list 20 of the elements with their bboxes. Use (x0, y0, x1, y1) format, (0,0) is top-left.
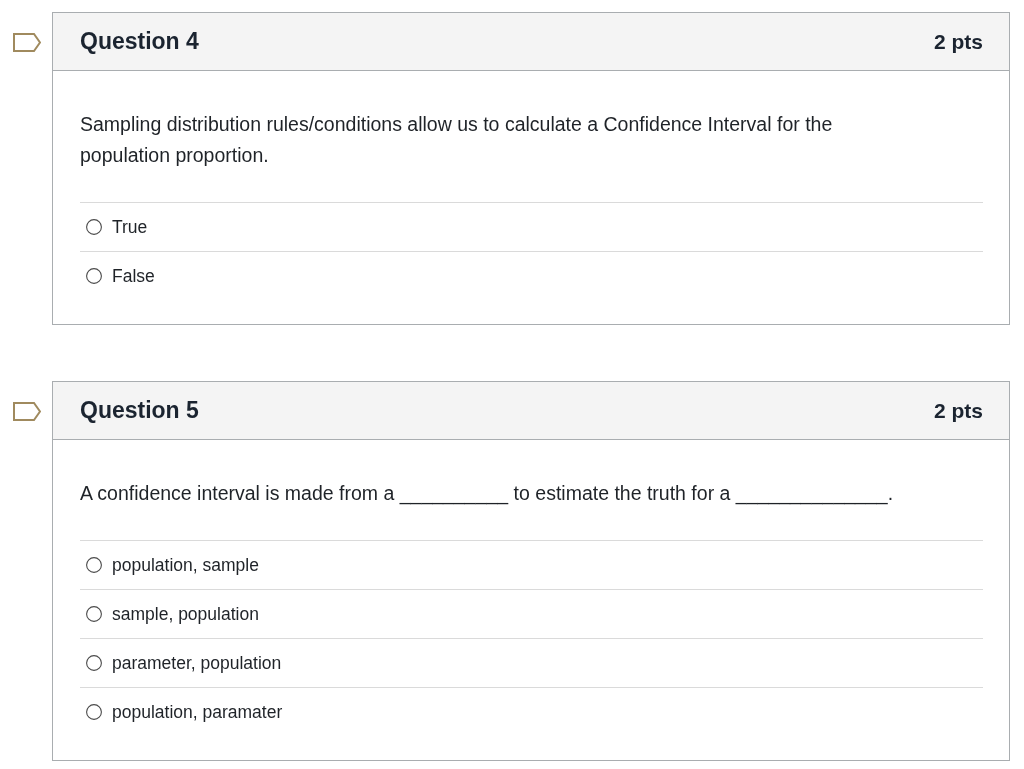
answer-label: sample, population (112, 602, 259, 626)
flag-icon[interactable] (13, 402, 41, 421)
answer-label: population, sample (112, 553, 259, 577)
points-label: 2 pts (934, 397, 983, 424)
answer-label: parameter, population (112, 651, 282, 675)
question-text: A confidence interval is made from a __________ to estimate the truth for a ______________. (80, 481, 895, 507)
answer-label: True (112, 215, 148, 239)
flag-icon[interactable] (13, 33, 41, 52)
question-title: Question 4 (80, 27, 199, 56)
radio-button[interactable] (86, 606, 102, 622)
answer-label: False (112, 264, 155, 288)
radio-button[interactable] (86, 268, 102, 284)
points-label: 2 pts (934, 28, 983, 55)
radio-button[interactable] (86, 557, 102, 573)
answer-label: population, paramater (112, 700, 283, 724)
radio-button[interactable] (86, 219, 102, 235)
radio-button[interactable] (86, 704, 102, 720)
radio-button[interactable] (86, 655, 102, 671)
question-text: Sampling distribution rules/conditions allow us to calculate a Confidence Interval for the population proportion. (80, 112, 834, 168)
question-title: Question 5 (80, 396, 199, 425)
